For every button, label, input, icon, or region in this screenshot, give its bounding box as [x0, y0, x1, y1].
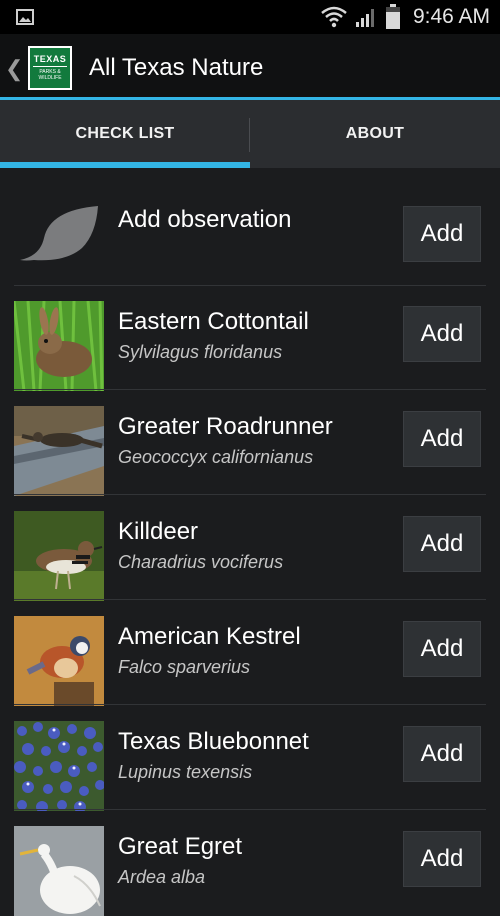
species-scientific-name: Geococcyx californianus	[118, 447, 314, 467]
species-scientific-name: Sylvilagus floridanus	[118, 342, 283, 362]
list-item[interactable]: Eastern Cottontail Sylvilagus floridanus…	[0, 286, 500, 391]
chevron-left-icon[interactable]: ❮	[5, 56, 23, 82]
species-common-name: Texas Bluebonnet	[118, 728, 309, 755]
wifi-icon	[321, 6, 347, 28]
leaf-icon	[20, 206, 98, 261]
tab-check-list[interactable]: CHECK LIST	[0, 100, 250, 168]
killdeer-photo	[14, 511, 104, 601]
status-time: 9:46 AM	[412, 5, 490, 28]
page-title: All Texas Nature	[89, 54, 264, 81]
bluebonnet-photo	[14, 721, 104, 811]
divider	[14, 704, 486, 705]
species-common-name: Killdeer	[118, 518, 199, 545]
divider	[14, 389, 486, 390]
species-common-name: American Kestrel	[118, 623, 301, 650]
rabbit-photo	[14, 301, 104, 391]
tpwd-logo[interactable]: TEXAS PARKS & WILDLIFE	[28, 46, 72, 90]
divider	[14, 494, 486, 495]
species-scientific-name: Lupinus texensis	[118, 762, 253, 782]
kestrel-photo	[14, 616, 104, 706]
add-button[interactable]: Add	[403, 411, 481, 467]
egret-photo	[14, 826, 104, 916]
list-item[interactable]: Killdeer Charadrius vociferus Add	[0, 496, 500, 601]
species-common-name: Greater Roadrunner	[118, 413, 333, 440]
gallery-icon	[16, 9, 34, 25]
species-scientific-name: Falco sparverius	[118, 657, 251, 677]
add-observation-label: Add observation	[118, 206, 292, 233]
list-item[interactable]: Great Egret Ardea alba Add	[0, 811, 500, 916]
add-button[interactable]: Add	[403, 306, 481, 362]
action-bar: ❮ TEXAS PARKS & WILDLIFE All Texas Natur…	[0, 34, 500, 100]
add-observation-row[interactable]: Add observation Add	[0, 168, 500, 286]
status-bar: 9:46 AM	[0, 0, 500, 34]
list-item[interactable]: American Kestrel Falco sparverius Add	[0, 601, 500, 706]
tab-divider	[249, 118, 250, 152]
species-scientific-name: Ardea alba	[118, 867, 206, 887]
tab-bar: CHECK LIST ABOUT	[0, 100, 500, 168]
add-button[interactable]: Add	[403, 831, 481, 887]
species-common-name: Eastern Cottontail	[118, 308, 309, 335]
add-button[interactable]: Add	[403, 621, 481, 677]
species-scientific-name: Charadrius vociferus	[118, 552, 284, 572]
divider	[14, 599, 486, 600]
add-button[interactable]: Add	[403, 516, 481, 572]
species-common-name: Great Egret	[118, 833, 243, 860]
list-item[interactable]: Greater Roadrunner Geococcyx californian…	[0, 391, 500, 496]
signal-icon	[355, 9, 374, 27]
list-item[interactable]: Texas Bluebonnet Lupinus texensis Add	[0, 706, 500, 811]
divider	[14, 809, 486, 810]
add-observation-button[interactable]: Add	[403, 206, 481, 262]
add-button[interactable]: Add	[403, 726, 481, 782]
roadrunner-photo	[14, 406, 104, 496]
battery-icon	[385, 4, 400, 29]
tab-about[interactable]: ABOUT	[250, 100, 500, 168]
